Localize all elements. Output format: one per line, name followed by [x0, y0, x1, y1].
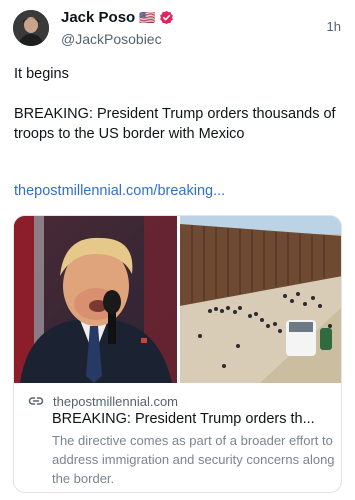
card-media[interactable] [14, 216, 341, 383]
author-handle[interactable]: @JackPosobiec [61, 31, 162, 47]
card-title[interactable]: BREAKING: President Trump orders th... [52, 411, 336, 427]
verified-badge-icon [160, 10, 174, 25]
person-avatar-icon [13, 10, 49, 46]
speaker-photo-icon [14, 216, 177, 383]
border-photo-icon [180, 216, 341, 383]
post-text-line1: It begins [14, 66, 69, 82]
border-wall-aerial-photo[interactable] [180, 216, 341, 383]
link-preview-card[interactable]: thepostmillennial.com BREAKING: Presiden… [13, 215, 342, 493]
card-meta[interactable]: thepostmillennial.com BREAKING: Presiden… [14, 383, 341, 492]
us-flag-icon: 🇺🇸 [139, 10, 156, 25]
link-icon [28, 397, 44, 405]
post[interactable]: Jack Poso 🇺🇸 @JackPosobiec 1h It begins … [0, 0, 355, 500]
author-name-row: Jack Poso 🇺🇸 [61, 9, 174, 26]
post-text-line2: BREAKING: President Trump orders thousan… [14, 106, 336, 142]
speaker-at-microphone-photo[interactable] [14, 216, 177, 383]
avatar[interactable] [13, 10, 49, 46]
post-timestamp[interactable]: 1h [327, 19, 341, 34]
post-link[interactable]: thepostmillennial.com/breaking... [14, 183, 225, 199]
author-display-name[interactable]: Jack Poso [61, 9, 135, 26]
card-domain-row: thepostmillennial.com [28, 393, 178, 409]
card-domain: thepostmillennial.com [53, 393, 179, 409]
card-description: The directive comes as part of a broader… [52, 433, 335, 486]
